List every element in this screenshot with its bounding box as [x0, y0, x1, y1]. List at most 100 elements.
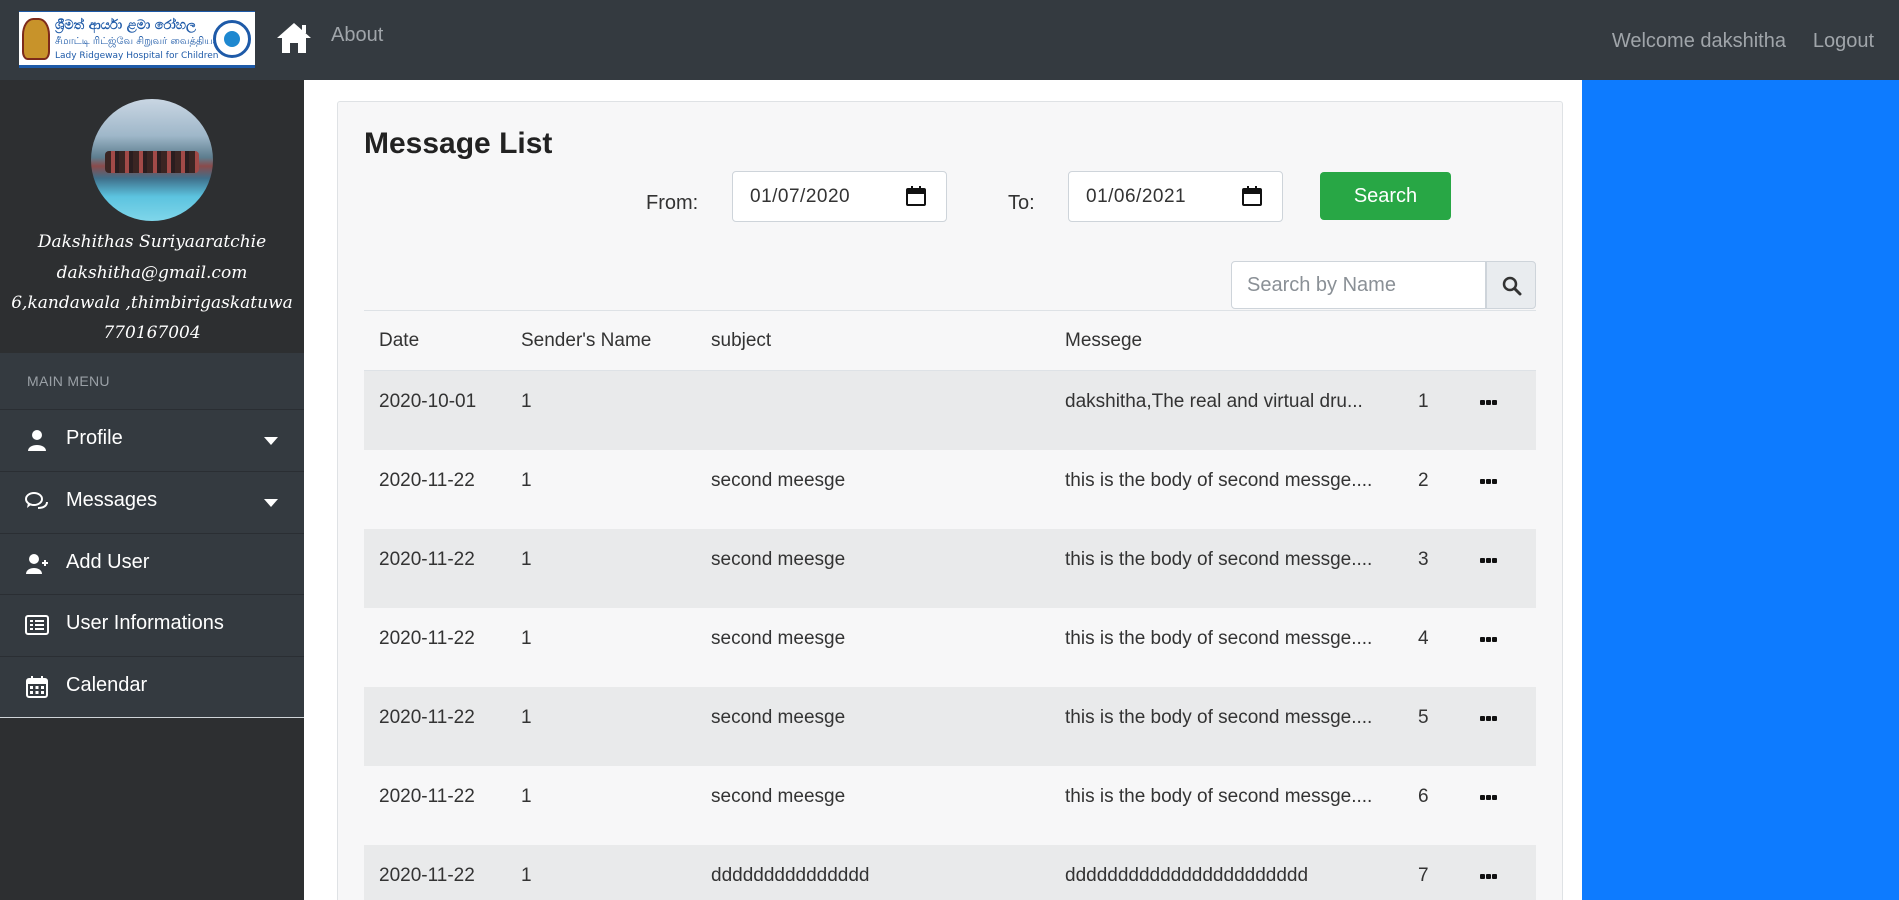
- cell-subject: second meesge: [711, 786, 846, 807]
- message-list-card: Message List From: 01/07/2020 To: 01/06/…: [337, 101, 1563, 900]
- avatar-photo-people: [105, 151, 199, 173]
- cell-message: dakshitha,The real and virtual dru...: [1065, 391, 1363, 412]
- table-row[interactable]: 2020-11-22 1 second meesge this is the b…: [364, 450, 1536, 529]
- nav-about-link[interactable]: About: [331, 24, 383, 47]
- more-options-icon[interactable]: [1480, 400, 1498, 406]
- calendar-icon[interactable]: [906, 186, 926, 206]
- from-date-input[interactable]: 01/07/2020: [732, 171, 947, 222]
- table-row[interactable]: 2020-10-01 1 dakshitha,The real and virt…: [364, 371, 1536, 450]
- cell-message: this is the body of second messge....: [1065, 628, 1373, 649]
- right-blue-panel: [1582, 80, 1899, 900]
- table-header: Date Sender's Name subject Messege: [364, 310, 1536, 371]
- profile-address: 6,kandawala ,thimbirigaskatuwa: [11, 293, 293, 313]
- column-header-date: Date: [379, 330, 420, 351]
- sidebar-item-label: Profile: [66, 427, 123, 449]
- sidebar-item-calendar[interactable]: Calendar: [0, 656, 304, 717]
- profile-email: dakshitha@gmail.com: [56, 263, 248, 283]
- cell-sender: 1: [521, 470, 532, 491]
- cell-message: ddddddddddddddddddddddd: [1065, 865, 1309, 886]
- profile-name: Dakshithas Suriyaaratchie: [37, 232, 267, 252]
- cell-message: this is the body of second messge....: [1065, 549, 1373, 570]
- messages-table: Date Sender's Name subject Messege 2020-…: [364, 310, 1536, 900]
- calendar-icon[interactable]: [1242, 186, 1262, 206]
- user-icon: [28, 430, 46, 451]
- cell-date: 2020-11-22: [379, 470, 475, 491]
- top-navbar: ශ්‍රීමත් ආර්යා ළමා රෝහල சீமாட்டி ரிட்ஜ்வ…: [0, 0, 1899, 80]
- cell-date: 2020-11-22: [379, 628, 475, 649]
- sidebar-item-add-user[interactable]: Add User: [0, 533, 304, 594]
- column-header-sender: Sender's Name: [521, 330, 652, 351]
- from-label: From:: [646, 192, 699, 214]
- cell-message: this is the body of second messge....: [1065, 707, 1373, 728]
- more-options-icon[interactable]: [1480, 479, 1498, 485]
- date-search-button[interactable]: Search: [1320, 172, 1451, 220]
- cell-message: this is the body of second messge....: [1065, 786, 1373, 807]
- cell-number: 7: [1418, 865, 1429, 886]
- cell-subject: second meesge: [711, 707, 846, 728]
- sidebar-item-profile[interactable]: Profile: [0, 409, 304, 470]
- to-label: To:: [1008, 192, 1035, 214]
- cell-sender: 1: [521, 865, 532, 886]
- table-row[interactable]: 2020-11-22 1 second meesge this is the b…: [364, 766, 1536, 845]
- more-options-icon[interactable]: [1480, 637, 1498, 643]
- user-plus-icon: [26, 554, 48, 574]
- emblem-icon: [22, 18, 50, 60]
- cell-sender: 1: [521, 628, 532, 649]
- more-options-icon[interactable]: [1480, 558, 1498, 564]
- sidebar-item-label: Messages: [66, 489, 158, 511]
- table-row[interactable]: 2020-11-22 1 ddddddddddddddd ddddddddddd…: [364, 845, 1536, 900]
- sidebar-item-label: Calendar: [66, 674, 148, 696]
- home-icon[interactable]: [275, 21, 313, 55]
- cell-number: 2: [1418, 470, 1429, 491]
- table-row[interactable]: 2020-11-22 1 second meesge this is the b…: [364, 529, 1536, 608]
- seal-icon: [213, 20, 251, 58]
- cell-number: 6: [1418, 786, 1429, 807]
- logo-line-3: Lady Ridgeway Hospital for Children: [55, 51, 219, 61]
- cell-subject: second meesge: [711, 549, 846, 570]
- search-submit-button[interactable]: [1486, 261, 1536, 309]
- cell-number: 5: [1418, 707, 1429, 728]
- search-icon: [1502, 276, 1522, 296]
- name-search-box: [1231, 261, 1486, 309]
- logo-line-1: ශ්‍රීමත් ආර්යා ළමා රෝහල: [55, 18, 196, 33]
- table-row[interactable]: 2020-11-22 1 second meesge this is the b…: [364, 687, 1536, 766]
- more-options-icon[interactable]: [1480, 795, 1498, 801]
- sidebar-item-messages[interactable]: Messages: [0, 471, 304, 532]
- caret-down-icon: [264, 437, 278, 445]
- main-menu-heading: MAIN MENU: [27, 373, 110, 389]
- hospital-logo[interactable]: ශ්‍රීමත් ආර්යා ළමා රෝහල சீமாட்டி ரிட்ஜ்வ…: [19, 11, 255, 68]
- cell-message: this is the body of second messge....: [1065, 470, 1373, 491]
- cell-number: 3: [1418, 549, 1429, 570]
- list-alt-icon: [25, 615, 49, 635]
- main-menu: MAIN MENU Profile Messages Add User User…: [0, 353, 304, 718]
- sidebar-item-label: Add User: [66, 551, 150, 573]
- sidebar-item-user-informations[interactable]: User Informations: [0, 594, 304, 655]
- from-date-value: 01/07/2020: [750, 186, 851, 207]
- cell-subject: second meesge: [711, 628, 846, 649]
- comments-icon: [25, 492, 48, 509]
- cell-sender: 1: [521, 391, 532, 412]
- cell-number: 4: [1418, 628, 1429, 649]
- to-date-input[interactable]: 01/06/2021: [1068, 171, 1283, 222]
- sidebar: Dakshithas Suriyaaratchie dakshitha@gmai…: [0, 80, 304, 900]
- more-options-icon[interactable]: [1480, 874, 1498, 880]
- column-header-message: Messege: [1065, 330, 1143, 351]
- caret-down-icon: [264, 499, 278, 507]
- cell-subject: second meesge: [711, 470, 846, 491]
- cell-number: 1: [1418, 391, 1429, 412]
- cell-sender: 1: [521, 707, 532, 728]
- cell-sender: 1: [521, 549, 532, 570]
- cell-date: 2020-11-22: [379, 549, 475, 570]
- cell-date: 2020-11-22: [379, 786, 475, 807]
- cell-date: 2020-10-01: [379, 391, 477, 412]
- main-content: Message List From: 01/07/2020 To: 01/06/…: [304, 80, 1582, 900]
- search-input[interactable]: [1232, 262, 1485, 308]
- avatar: [91, 99, 213, 221]
- profile-phone: 770167004: [103, 323, 201, 343]
- logout-link[interactable]: Logout: [1813, 30, 1874, 53]
- cell-sender: 1: [521, 786, 532, 807]
- more-options-icon[interactable]: [1480, 716, 1498, 722]
- table-row[interactable]: 2020-11-22 1 second meesge this is the b…: [364, 608, 1536, 687]
- cell-date: 2020-11-22: [379, 707, 475, 728]
- welcome-text[interactable]: Welcome dakshitha: [1612, 30, 1786, 53]
